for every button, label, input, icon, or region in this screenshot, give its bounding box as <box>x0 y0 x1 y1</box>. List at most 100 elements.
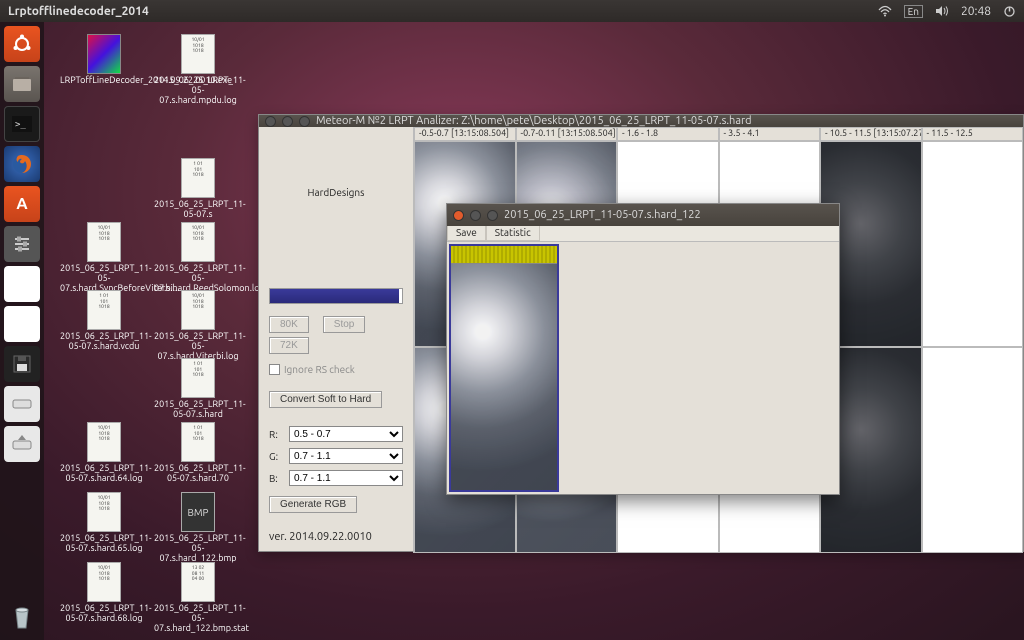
r-select[interactable]: 0.5 - 0.7 <box>289 426 403 442</box>
controls-panel: HardDesigns 80K Stop 72K Ignore RS check… <box>259 127 413 553</box>
desktop-icon[interactable]: 10/01101810182015_06_25_LRPT_11-05-07.s.… <box>60 222 148 294</box>
desktop-icon[interactable]: 10/01101810182015_06_25_LRPT_11-05-07.s.… <box>154 222 242 294</box>
settings-icon[interactable] <box>4 226 40 262</box>
software-center-icon[interactable]: A <box>4 186 40 222</box>
file-icon: 1 011011018 <box>181 358 215 398</box>
file-icon: 1 011011018 <box>181 422 215 462</box>
icon-label: 2015_06_25_LRPT_11-05-07.s.hard_122.bmp.… <box>154 603 249 633</box>
image-window: 2015_06_25_LRPT_11-05-07.s.hard_122 Save… <box>446 203 840 495</box>
desktop-icon[interactable]: 10/01101810182015_06_25_LRPT_11-05-07.s.… <box>60 422 148 484</box>
ubuntu-dash-icon[interactable] <box>4 26 40 62</box>
desktop-icon[interactable]: 10/01101810182015_06_25_LRPT_11-05-07.s.… <box>154 34 242 106</box>
desktop-icon[interactable]: 1 0110110182015_06_25_LRPT_11-05-07.s <box>154 158 242 220</box>
channel-header: -0.7-0.11 [13:15:08.504] <box>516 127 618 141</box>
active-window-title: Lrptofflinedecoder_2014 <box>8 5 878 18</box>
r-label: R: <box>269 429 283 440</box>
b-select[interactable]: 0.7 - 1.1 <box>289 470 403 486</box>
app-flag-icon[interactable] <box>4 306 40 342</box>
progress-bar <box>269 288 403 304</box>
icon-label: 2015_06_25_LRPT_11-05-07.s <box>154 199 246 219</box>
analyzer-titlebar[interactable]: Meteor-M №2 LRPT Analizer: Z:\home\pete\… <box>259 115 1023 127</box>
icon-label: 2015_06_25_LRPT_11-05-07.s.hard.68.log <box>60 603 152 623</box>
b-label: B: <box>269 473 283 484</box>
rgb-image-strip[interactable] <box>449 244 559 492</box>
image-titlebar[interactable]: 2015_06_25_LRPT_11-05-07.s.hard_122 <box>447 204 839 226</box>
image-menubar: Save Statistic <box>447 226 839 242</box>
72k-button[interactable]: 72K <box>269 337 309 354</box>
image-window-title: 2015_06_25_LRPT_11-05-07.s.hard_122 <box>504 209 701 221</box>
clock[interactable]: 20:48 <box>961 5 991 18</box>
desktop-icon[interactable]: LRPToffLineDecoder_2014.09.22.0010.exe <box>60 34 148 86</box>
file-icon: 13 0208 1104 00 <box>181 562 215 602</box>
file-icon: 10/0110181018 <box>181 222 215 262</box>
hard-designs-label: HardDesigns <box>269 187 403 198</box>
icon-label: 2015_06_25_LRPT_11-05-07.s.hard.ReedSolo… <box>154 263 265 293</box>
analyzer-title: Meteor-M №2 LRPT Analizer: Z:\home\pete\… <box>316 115 752 127</box>
channel-header: - 1.6 - 1.8 <box>617 127 719 141</box>
svg-text:>_: >_ <box>15 120 26 130</box>
version-label: ver. 2014.09.22.0010 <box>269 531 403 543</box>
desktop-icon[interactable]: 13 0208 1104 002015_06_25_LRPT_11-05-07.… <box>154 562 242 634</box>
file-icon: 10/0110181018 <box>181 290 215 330</box>
icon-label: 2015_06_25_LRPT_11-05-07.s.hard.64.log <box>60 463 152 483</box>
menu-save[interactable]: Save <box>447 226 486 241</box>
keyboard-layout[interactable]: En <box>904 5 923 18</box>
desktop-icon[interactable]: 1 0110110182015_06_25_LRPT_11-05-07.s.ha… <box>154 358 242 420</box>
ignore-rs-checkbox[interactable] <box>269 364 280 375</box>
power-icon[interactable] <box>1003 5 1016 18</box>
exe-icon <box>87 34 121 74</box>
channel-cell[interactable] <box>922 141 1024 347</box>
desktop-icon[interactable]: 1 0110110182015_06_25_LRPT_11-05-07.s.ha… <box>60 290 148 352</box>
firefox-icon[interactable] <box>4 146 40 182</box>
removable-drive-icon[interactable] <box>4 426 40 462</box>
channel-header: - 10.5 - 11.5 [13:15:07.272] <box>820 127 922 141</box>
strip-header <box>451 246 557 264</box>
desktop-icon[interactable]: 1 0110110182015_06_25_LRPT_11-05-07.s.ha… <box>154 422 242 484</box>
trash-icon[interactable] <box>4 598 40 634</box>
g-select[interactable]: 0.7 - 1.1 <box>289 448 403 464</box>
icon-label: 2015_06_25_LRPT_11-05-07.s.hard.mpdu.log <box>154 75 246 105</box>
minimize-icon[interactable] <box>282 116 293 127</box>
80k-button[interactable]: 80K <box>269 316 309 333</box>
drive-icon[interactable] <box>4 266 40 302</box>
maximize-icon[interactable] <box>299 116 310 127</box>
progress-fill <box>270 289 399 303</box>
stop-button[interactable]: Stop <box>323 316 366 333</box>
generate-rgb-button[interactable]: Generate RGB <box>269 496 357 513</box>
icon-label: 2015_06_25_LRPT_11-05-07.s.hard.vcdu <box>60 331 152 351</box>
close-icon[interactable] <box>453 210 464 221</box>
menu-statistic[interactable]: Statistic <box>486 226 540 241</box>
desktop-icon[interactable]: 10/01101810182015_06_25_LRPT_11-05-07.s.… <box>60 492 148 554</box>
maximize-icon[interactable] <box>487 210 498 221</box>
close-icon[interactable] <box>265 116 276 127</box>
file-icon: 1 011011018 <box>181 158 215 198</box>
external-drive-icon[interactable] <box>4 386 40 422</box>
file-icon: 10/0110181018 <box>87 562 121 602</box>
desktop-icon[interactable]: BMP2015_06_25_LRPT_11-05-07.s.hard_122.b… <box>154 492 242 564</box>
minimize-icon[interactable] <box>470 210 481 221</box>
icon-label: 2015_06_25_LRPT_11-05-07.s.hard.65.log <box>60 533 152 553</box>
icon-label: 2015_06_25_LRPT_11-05-07.s.hard.70 <box>154 463 246 483</box>
terminal-icon[interactable]: >_ <box>4 106 40 142</box>
file-icon: 10/0110181018 <box>87 222 121 262</box>
desktop-icon[interactable]: 10/01101810182015_06_25_LRPT_11-05-07.s.… <box>60 562 148 624</box>
channel-cell[interactable] <box>922 347 1024 553</box>
file-icon: 10/0110181018 <box>87 492 121 532</box>
wifi-icon[interactable] <box>878 5 892 17</box>
file-icon: 10/0110181018 <box>181 34 215 74</box>
bmp-icon: BMP <box>181 492 215 532</box>
icon-label: 2015_06_25_LRPT_11-05-07.s.hard <box>154 399 246 419</box>
volume-icon[interactable] <box>935 5 949 17</box>
channel-header: -0.5-0.7 [13:15:08.504] <box>414 127 516 141</box>
icon-label: 2015_06_25_LRPT_11-05-07.s.hard.Viterbi.… <box>154 331 246 361</box>
icon-label: 2015_06_25_LRPT_11-05-07.s.hard_122.bmp <box>154 533 246 563</box>
file-icon: 1 011011018 <box>87 290 121 330</box>
image-body <box>447 242 839 494</box>
floppy-icon[interactable] <box>4 346 40 382</box>
channel-header: - 3.5 - 4.1 <box>719 127 821 141</box>
satellite-image <box>451 264 557 490</box>
convert-button[interactable]: Convert Soft to Hard <box>269 391 382 408</box>
files-icon[interactable] <box>4 66 40 102</box>
desktop-icon[interactable]: 10/01101810182015_06_25_LRPT_11-05-07.s.… <box>154 290 242 362</box>
g-label: G: <box>269 451 283 462</box>
